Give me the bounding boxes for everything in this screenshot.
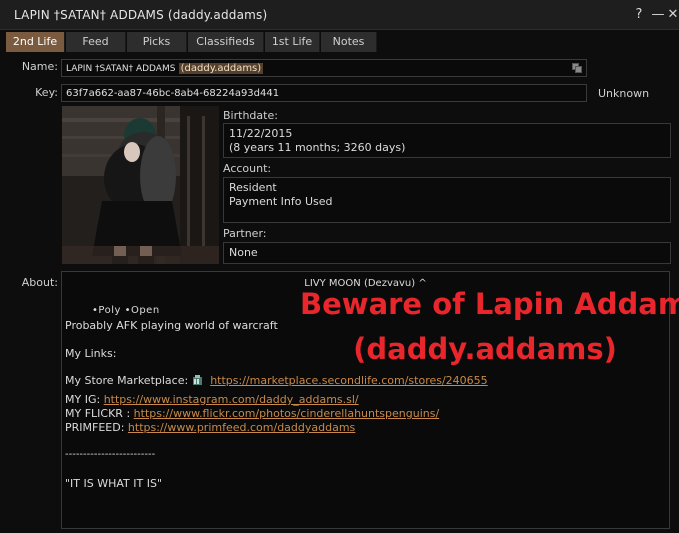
close-button[interactable]: ✕ [665,6,679,24]
name-label: Name: [21,60,58,73]
partner-box: None [223,242,671,264]
payment-info: Payment Info Used [229,195,333,208]
about-tags: •Poly •Open [92,305,160,316]
profile-image-art [62,106,219,264]
tab-picks[interactable]: Picks [127,32,187,52]
username-selected: (daddy.addams) [178,63,264,74]
tab-classifieds[interactable]: Classifieds [188,32,264,52]
marketplace-icon [192,375,202,385]
account-box: Resident Payment Info Used [223,177,671,223]
instagram-label: MY IG: [65,393,101,406]
key-label: Key: [35,86,58,99]
window-title: LAPIN †SATAN† ADDAMS (daddy.addams) [14,8,268,22]
store-line: My Store Marketplace: https://marketplac… [65,374,488,387]
profile-image[interactable] [62,106,219,264]
about-label: About: [21,276,58,289]
account-label: Account: [223,162,272,175]
flickr-link[interactable]: https://www.flickr.com/photos/cinderella… [134,407,440,420]
tab-2nd-life[interactable]: 2nd Life [6,32,65,52]
account-age: (8 years 11 months; 3260 days) [229,141,406,154]
about-divider: ------------------------- [65,449,156,460]
instagram-line: MY IG: https://www.instagram.com/daddy_a… [65,393,359,406]
display-name: LAPIN †SATAN† ADDAMS [66,64,176,74]
birthdate-value: 11/22/2015 [229,127,293,140]
primfeed-line: PRIMFEED: https://www.primfeed.com/daddy… [65,421,355,434]
account-type: Resident [229,181,277,194]
birthdate-label: Birthdate: [223,109,278,122]
copy-icon[interactable] [572,63,582,73]
links-heading: My Links: [65,347,117,360]
flickr-label: MY FLICKR : [65,407,131,420]
store-link[interactable]: https://marketplace.secondlife.com/store… [210,374,488,387]
warning-overlay-line2: (daddy.addams) [353,332,617,366]
title-bar: LAPIN †SATAN† ADDAMS (daddy.addams) ? — … [0,0,679,30]
warning-overlay-line1: Beware of Lapin Addams [300,287,679,321]
about-quote: "IT IS WHAT IT IS" [65,477,163,490]
name-field[interactable]: LAPIN †SATAN† ADDAMS (daddy.addams) [61,59,587,77]
birthdate-box: 11/22/2015 (8 years 11 months; 3260 days… [223,123,671,158]
tab-feed[interactable]: Feed [66,32,126,52]
partner-value[interactable]: None [229,246,665,260]
key-field[interactable]: 63f7a662-aa87-46bc-8ab4-68224a93d441 [61,84,587,102]
instagram-link[interactable]: https://www.instagram.com/daddy_addams.s… [104,393,359,406]
online-status: Unknown [598,87,650,100]
store-label: My Store Marketplace: [65,374,189,387]
flickr-line: MY FLICKR : https://www.flickr.com/photo… [65,407,439,420]
minimize-button[interactable]: — [650,6,666,24]
tab-1st-life[interactable]: 1st Life [265,32,320,52]
primfeed-label: PRIMFEED: [65,421,125,434]
primfeed-link[interactable]: https://www.primfeed.com/daddyaddams [128,421,355,434]
tab-notes[interactable]: Notes [321,32,377,52]
help-button[interactable]: ? [631,6,647,24]
partner-label: Partner: [223,227,267,240]
about-afk-line: Probably AFK playing world of warcraft [65,319,278,332]
